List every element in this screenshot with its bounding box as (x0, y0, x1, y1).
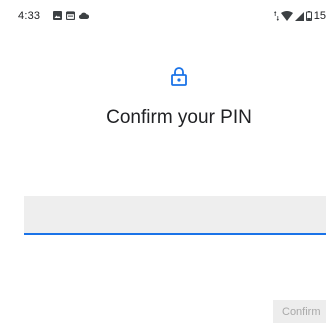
pin-input[interactable] (24, 196, 326, 235)
page-title: Confirm your PIN (106, 107, 252, 128)
image-notification-icon (53, 11, 62, 20)
battery-icon (305, 11, 312, 21)
data-arrows-icon (273, 11, 279, 21)
system-status-icons: 15 (273, 10, 326, 22)
cloud-notification-icon (79, 12, 89, 19)
battery-percentage: 15 (313, 10, 326, 22)
notification-icons (53, 11, 89, 20)
cellular-signal-icon (294, 11, 304, 21)
confirm-button[interactable]: Confirm (273, 300, 326, 323)
wifi-icon (280, 11, 293, 21)
status-bar: 4:33 15 (0, 0, 326, 32)
calendar-notification-icon (66, 11, 75, 20)
status-time: 4:33 (18, 10, 41, 22)
lock-icon (171, 67, 187, 86)
